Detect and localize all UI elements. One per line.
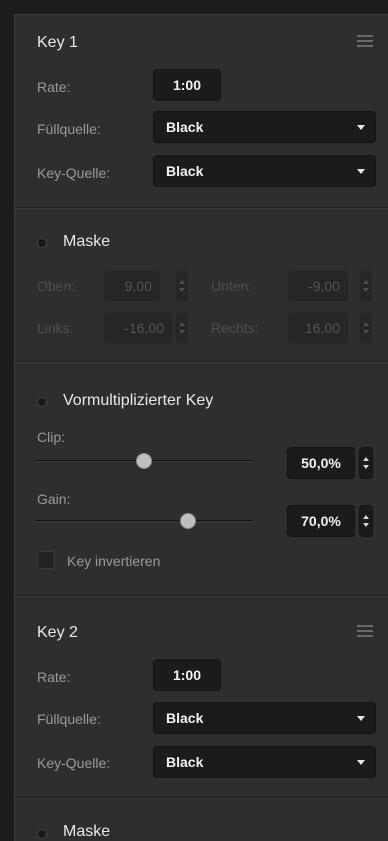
- clip-value-input[interactable]: 50,0%: [287, 447, 355, 479]
- clip-label: Clip:: [37, 429, 66, 445]
- invert-key-label: Key invertieren: [67, 553, 161, 569]
- key2-fill-value: Black: [166, 710, 204, 726]
- mask2-title: Maske: [63, 823, 111, 840]
- divider: [15, 361, 388, 363]
- mask1-right-stepper[interactable]: [359, 312, 373, 344]
- key1-keysrc-select[interactable]: Black: [153, 155, 376, 187]
- key2-keysrc-select[interactable]: Black: [153, 746, 376, 778]
- divider: [15, 595, 388, 597]
- clip-slider-handle[interactable]: [136, 453, 152, 469]
- key2-rate-input[interactable]: 1:00: [153, 659, 221, 691]
- mask1-top-label: Oben:: [37, 278, 76, 294]
- mask1-left-stepper[interactable]: [175, 312, 189, 344]
- key1-menu-icon[interactable]: [357, 35, 373, 47]
- arrow-down-icon: [179, 330, 185, 334]
- key2-fill-select[interactable]: Black: [153, 702, 376, 734]
- gain-slider-handle[interactable]: [179, 513, 196, 529]
- clip-stepper[interactable]: [359, 447, 373, 479]
- mask1-bottom-stepper[interactable]: [359, 270, 373, 302]
- key1-keysrc-value: Black: [166, 163, 204, 179]
- arrow-down-icon: [179, 288, 185, 292]
- mask1-bottom-input[interactable]: -9,00: [287, 270, 349, 302]
- arrow-down-icon: [363, 330, 369, 334]
- mask1-title: Maske: [63, 233, 111, 250]
- mask1-top-stepper[interactable]: [175, 270, 189, 302]
- gain-value-input[interactable]: 70,0%: [287, 505, 355, 537]
- gain-slider-track[interactable]: [35, 520, 253, 522]
- key2-menu-icon[interactable]: [357, 625, 373, 637]
- arrow-down-icon: [363, 523, 369, 527]
- arrow-down-icon: [363, 465, 369, 469]
- key1-title: Key 1: [37, 34, 78, 51]
- mask1-left-input[interactable]: -16,00: [103, 312, 173, 344]
- key1-rate-label: Rate:: [37, 79, 71, 95]
- key2-keysrc-label: Key-Quelle:: [37, 755, 111, 771]
- chevron-down-icon: [357, 125, 365, 130]
- invert-key-checkbox[interactable]: [37, 551, 55, 569]
- key1-keysrc-label: Key-Quelle:: [37, 165, 111, 181]
- arrow-up-icon: [363, 515, 369, 519]
- mask1-right-input[interactable]: 16,00: [287, 312, 349, 344]
- key1-rate-input[interactable]: 1:00: [153, 69, 221, 101]
- mask1-top-input[interactable]: 9,00: [103, 270, 161, 302]
- chevron-down-icon: [357, 716, 365, 721]
- key1-fill-value: Black: [166, 119, 204, 135]
- mask2-enable-indicator[interactable]: [37, 829, 47, 839]
- premult-title: Vormultiplizierter Key: [63, 392, 214, 409]
- arrow-up-icon: [363, 457, 369, 461]
- mask1-enable-indicator[interactable]: [37, 238, 47, 248]
- arrow-up-icon: [363, 280, 369, 284]
- key-settings-panel: Key 1 Rate: 1:00 Füllquelle: Black Key-Q…: [14, 14, 388, 841]
- divider: [15, 207, 388, 209]
- gain-label: Gain:: [37, 491, 71, 507]
- key2-fill-label: Füllquelle:: [37, 711, 101, 727]
- arrow-up-icon: [363, 322, 369, 326]
- key2-keysrc-value: Black: [166, 754, 204, 770]
- arrow-down-icon: [363, 288, 369, 292]
- premult-enable-indicator[interactable]: [37, 397, 47, 407]
- mask1-bottom-label: Unten:: [211, 278, 253, 294]
- mask1-left-label: Links:: [37, 320, 74, 336]
- arrow-up-icon: [179, 280, 185, 284]
- mask1-right-label: Rechts:: [211, 320, 259, 336]
- chevron-down-icon: [357, 760, 365, 765]
- key2-rate-label: Rate:: [37, 669, 71, 685]
- key1-fill-select[interactable]: Black: [153, 111, 376, 143]
- gain-stepper[interactable]: [359, 505, 373, 537]
- key2-title: Key 2: [37, 624, 78, 641]
- chevron-down-icon: [357, 169, 365, 174]
- arrow-up-icon: [179, 322, 185, 326]
- key1-fill-label: Füllquelle:: [37, 121, 101, 137]
- divider: [15, 797, 388, 799]
